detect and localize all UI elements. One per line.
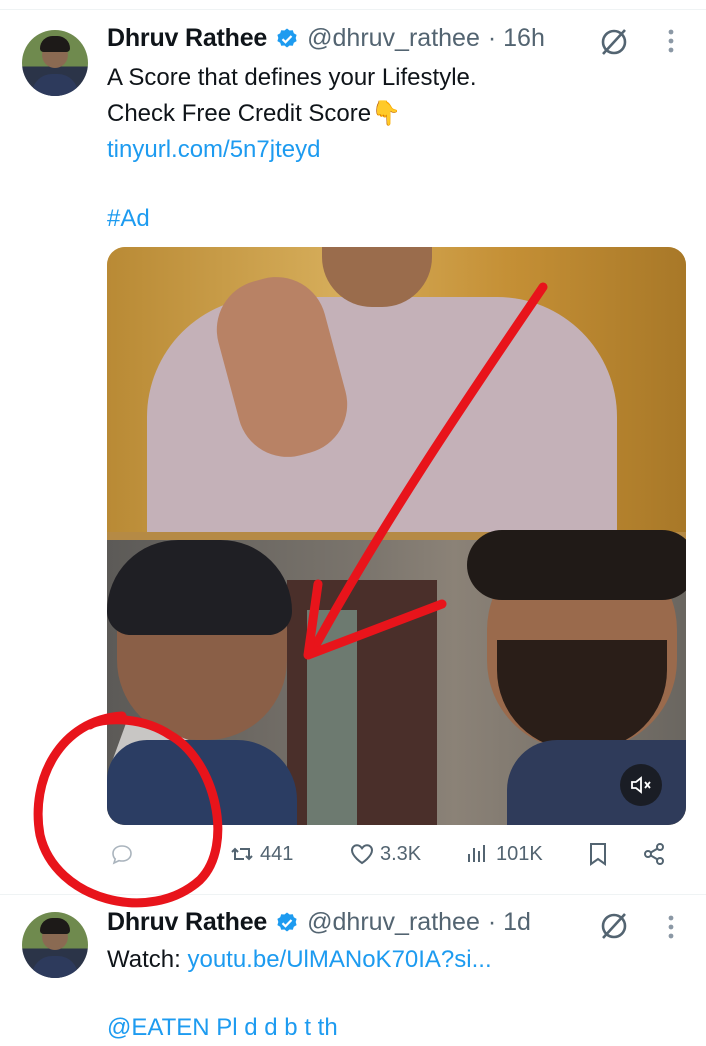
view-count: 101K bbox=[496, 842, 543, 865]
tweet-text-line: A Score that defines your Lifestyle. bbox=[107, 64, 477, 91]
like-icon bbox=[350, 844, 374, 865]
more-options-icon[interactable] bbox=[666, 28, 676, 54]
avatar[interactable] bbox=[22, 912, 88, 978]
mute-volume-button[interactable] bbox=[620, 764, 662, 806]
tweet-text-line: Check Free Credit Score👇 bbox=[107, 100, 401, 127]
more-options-icon[interactable] bbox=[666, 914, 676, 940]
mute-notifications-icon[interactable] bbox=[598, 26, 630, 58]
share-icon bbox=[644, 843, 664, 865]
reply-button[interactable] bbox=[108, 840, 140, 868]
like-count: 3.3K bbox=[380, 842, 422, 865]
like-button[interactable]: 3.3K bbox=[348, 840, 421, 868]
verified-badge-icon bbox=[277, 28, 297, 47]
verified-badge-icon bbox=[277, 912, 297, 931]
retweet-icon bbox=[231, 847, 253, 861]
tweet-header: Dhruv Rathee @dhruv_rathee · 1d bbox=[107, 908, 531, 937]
views-icon bbox=[468, 845, 485, 862]
mute-notifications-icon[interactable] bbox=[598, 910, 630, 942]
bookmark-button[interactable] bbox=[584, 840, 616, 868]
tweet[interactable]: Dhruv Rathee @dhruv_rathee · 16h A Score… bbox=[0, 0, 706, 894]
author-handle[interactable]: @dhruv_rathee bbox=[307, 908, 480, 937]
author-name[interactable]: Dhruv Rathee bbox=[107, 24, 267, 53]
mute-volume-icon bbox=[631, 776, 651, 794]
timestamp[interactable]: · 1d bbox=[488, 908, 531, 937]
author-handle[interactable]: @dhruv_rathee bbox=[307, 24, 480, 53]
tweet-video[interactable] bbox=[107, 247, 686, 825]
avatar[interactable] bbox=[22, 30, 88, 96]
tweet-link[interactable]: tinyurl.com/5n7jteyd bbox=[107, 132, 320, 168]
tweet-text-line: Watch: youtu.be/UlMANoK70IA?si... bbox=[107, 942, 492, 978]
author-name[interactable]: Dhruv Rathee bbox=[107, 908, 267, 937]
tweet-text-line-cut: @EATEN Pl d d b t th bbox=[107, 1014, 338, 1041]
tweet[interactable]: Dhruv Rathee @dhruv_rathee · 1d Watch: y… bbox=[0, 894, 706, 1041]
retweet-button[interactable]: 441 bbox=[228, 840, 293, 868]
retweet-count: 441 bbox=[260, 842, 294, 865]
reply-icon bbox=[112, 845, 132, 865]
tweet-header: Dhruv Rathee @dhruv_rathee · 16h bbox=[107, 24, 545, 53]
tweet-text-prefix: Watch: bbox=[107, 946, 188, 973]
bookmark-icon bbox=[590, 843, 606, 866]
tweet-actions: 441 3.3K 101K bbox=[0, 840, 706, 880]
hashtag[interactable]: #Ad bbox=[107, 201, 150, 237]
tweet-link[interactable]: youtu.be/UlMANoK70IA?si... bbox=[187, 946, 491, 973]
timestamp[interactable]: · 16h bbox=[488, 24, 545, 53]
share-button[interactable] bbox=[640, 840, 672, 868]
views-button[interactable]: 101K bbox=[464, 840, 543, 868]
